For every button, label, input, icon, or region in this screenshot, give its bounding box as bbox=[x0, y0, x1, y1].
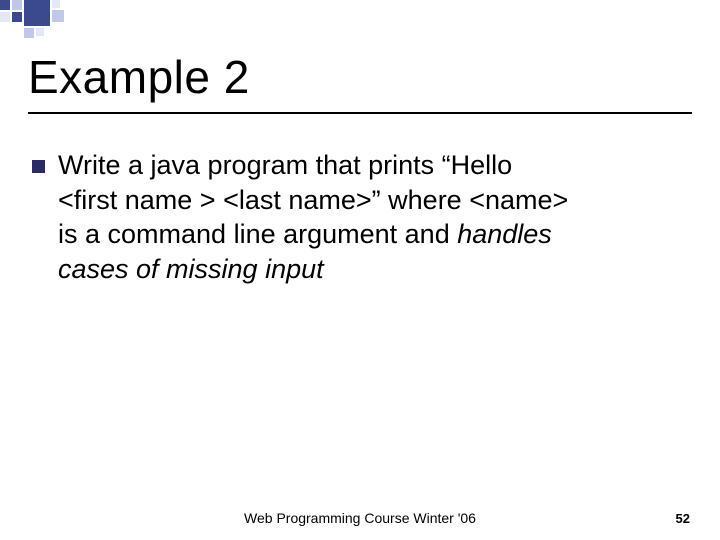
bullet-line4: cases of missing input bbox=[58, 254, 324, 284]
slide-title: Example 2 bbox=[28, 50, 250, 104]
decorative-corner bbox=[0, 0, 160, 40]
slide: Example 2 Write a java program that prin… bbox=[0, 0, 720, 540]
bullet-text: Write a java program that prints “Hello … bbox=[58, 148, 666, 286]
title-divider bbox=[28, 112, 692, 114]
page-number: 52 bbox=[676, 511, 690, 526]
bullet-line3b: handles bbox=[457, 219, 552, 249]
bullet-line3a: is a command line argument and bbox=[58, 219, 457, 249]
bullet-icon bbox=[32, 160, 45, 173]
bullet-line1: Write a java program that prints “Hello bbox=[58, 150, 512, 180]
bullet-line2: <first name > <last name>” where <name> bbox=[58, 185, 568, 215]
footer-text: Web Programming Course Winter '06 bbox=[0, 510, 720, 526]
